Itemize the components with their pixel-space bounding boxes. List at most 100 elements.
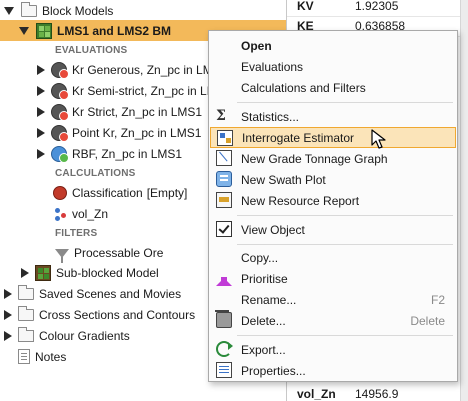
tree-item-label: RBF, Zn_pc in LMS1 bbox=[72, 146, 183, 161]
menu-item-label: Rename... bbox=[241, 292, 297, 307]
tree-item-evaluation[interactable]: Kr Strict, Zn_pc in LMS1 bbox=[37, 101, 202, 122]
menu-item-calculations[interactable]: Calculations and Filters bbox=[210, 77, 456, 98]
menu-item-export[interactable]: Export... bbox=[210, 339, 456, 360]
statistics-icon: Σ bbox=[216, 108, 226, 124]
swath-plot-icon bbox=[216, 171, 232, 187]
checkbox-checked-icon[interactable] bbox=[216, 221, 232, 237]
menu-separator bbox=[237, 335, 453, 336]
property-key: vol_Zn bbox=[297, 387, 336, 401]
property-value: 14956.9 bbox=[355, 387, 399, 401]
tree-item-cross-sections[interactable]: Cross Sections and Contours bbox=[4, 304, 195, 325]
menu-item-evaluations[interactable]: Evaluations bbox=[210, 56, 456, 77]
tree-item-label: Kr Strict, Zn_pc in LMS1 bbox=[72, 104, 203, 119]
menu-item-open[interactable]: Open bbox=[210, 35, 456, 56]
sub-blocked-model-icon bbox=[35, 264, 51, 281]
estimator-icon bbox=[51, 82, 69, 100]
tree-item-classification[interactable]: Classification [Empty] bbox=[53, 182, 187, 203]
shortcut-label: Delete bbox=[410, 313, 445, 328]
expand-arrow-icon[interactable] bbox=[37, 127, 45, 138]
expand-arrow-icon[interactable] bbox=[4, 309, 12, 320]
expand-arrow-icon[interactable] bbox=[21, 267, 29, 278]
folder-icon bbox=[21, 1, 37, 17]
menu-item-label: Open bbox=[241, 38, 272, 53]
notes-icon bbox=[18, 349, 30, 364]
tree-item-label: Classification bbox=[72, 185, 143, 200]
tree-item-sub-blocked[interactable]: Sub-blocked Model bbox=[21, 262, 159, 283]
menu-item-rename[interactable]: Rename... F2 bbox=[210, 289, 456, 310]
tree-item-label: Processable Ore bbox=[74, 245, 164, 260]
tree-item-evaluation[interactable]: Point Kr, Zn_pc in LMS1 bbox=[37, 122, 201, 143]
tree-item-evaluation[interactable]: Kr Generous, Zn_pc in LMS1 bbox=[37, 59, 227, 80]
menu-item-statistics[interactable]: Σ Statistics... bbox=[210, 106, 456, 127]
expand-arrow-icon[interactable] bbox=[4, 330, 12, 341]
estimator-icon bbox=[51, 61, 69, 79]
expand-arrow-icon[interactable] bbox=[37, 64, 45, 75]
folder-icon bbox=[18, 284, 34, 300]
prioritise-arrow-icon bbox=[216, 270, 232, 286]
menu-item-label: Interrogate Estimator bbox=[242, 130, 355, 145]
menu-item-swath-plot[interactable]: New Swath Plot bbox=[210, 169, 456, 190]
property-row: KV 1.92305 bbox=[287, 0, 468, 17]
tree-item-processable-ore[interactable]: Processable Ore bbox=[55, 242, 163, 263]
expand-arrow-icon[interactable] bbox=[4, 288, 12, 299]
menu-item-resource-report[interactable]: New Resource Report bbox=[210, 190, 456, 211]
empty-state-label: [Empty] bbox=[146, 185, 188, 200]
folder-icon bbox=[18, 326, 34, 342]
menu-item-label: New Grade Tonnage Graph bbox=[241, 151, 388, 166]
resource-report-icon bbox=[216, 192, 232, 208]
tree-item-label: Cross Sections and Contours bbox=[39, 307, 196, 322]
rbf-estimator-icon bbox=[51, 145, 69, 163]
expand-arrow-icon[interactable] bbox=[19, 26, 29, 35]
tree-item-vol-zn[interactable]: vol_Zn bbox=[53, 203, 108, 224]
menu-item-copy[interactable]: Copy... bbox=[210, 247, 456, 268]
menu-item-label: Properties... bbox=[241, 363, 306, 378]
tree-item-label: Kr Generous, Zn_pc in LMS1 bbox=[72, 62, 228, 77]
menu-item-label: New Resource Report bbox=[241, 193, 360, 208]
expand-arrow-icon[interactable] bbox=[37, 85, 45, 96]
menu-item-label: Statistics... bbox=[241, 109, 300, 124]
tree-item-evaluation[interactable]: RBF, Zn_pc in LMS1 bbox=[37, 143, 182, 164]
tree-item-label: Saved Scenes and Movies bbox=[39, 286, 182, 301]
properties-icon bbox=[216, 362, 232, 378]
expand-arrow-icon[interactable] bbox=[4, 6, 14, 15]
menu-item-label: Calculations and Filters bbox=[241, 80, 366, 95]
tree-item-notes[interactable]: Notes bbox=[18, 346, 66, 367]
expand-arrow-icon[interactable] bbox=[37, 148, 45, 159]
menu-item-label: Prioritise bbox=[241, 271, 288, 286]
property-row: vol_Zn 14956.9 bbox=[287, 384, 468, 401]
scrollbar[interactable] bbox=[460, 0, 468, 401]
menu-item-label: View Object bbox=[241, 222, 305, 237]
estimator-icon bbox=[51, 103, 69, 121]
tree-item-label: LMS1 and LMS2 BM bbox=[57, 23, 172, 38]
menu-item-prioritise[interactable]: Prioritise bbox=[210, 268, 456, 289]
variable-icon bbox=[53, 207, 67, 221]
menu-item-interrogate-estimator[interactable]: Interrogate Estimator bbox=[210, 127, 456, 148]
tree-item-label: Point Kr, Zn_pc in LMS1 bbox=[72, 125, 202, 140]
menu-item-label: Evaluations bbox=[241, 59, 304, 74]
expand-arrow-icon[interactable] bbox=[37, 106, 45, 117]
menu-item-label: Delete... bbox=[241, 313, 286, 328]
tree-item-block-models[interactable]: Block Models bbox=[4, 0, 113, 21]
property-value: 1.92305 bbox=[355, 0, 399, 13]
menu-item-label: New Swath Plot bbox=[241, 172, 326, 187]
menu-item-properties[interactable]: Properties... bbox=[210, 360, 456, 381]
tree-item-label: Sub-blocked Model bbox=[56, 265, 159, 280]
menu-item-label: Copy... bbox=[241, 250, 279, 265]
menu-item-delete[interactable]: Delete... Delete bbox=[210, 310, 456, 331]
tree-item-colour-gradients[interactable]: Colour Gradients bbox=[4, 325, 130, 346]
menu-item-grade-tonnage[interactable]: New Grade Tonnage Graph bbox=[210, 148, 456, 169]
tree-item-saved-scenes[interactable]: Saved Scenes and Movies bbox=[4, 283, 181, 304]
menu-item-view-object[interactable]: View Object bbox=[210, 219, 456, 240]
export-icon bbox=[216, 341, 233, 357]
interrogate-estimator-icon bbox=[217, 130, 233, 146]
tree-item-evaluation[interactable]: Kr Semi-strict, Zn_pc in LMS1 bbox=[37, 80, 231, 101]
folder-icon bbox=[18, 305, 34, 321]
menu-separator bbox=[237, 244, 453, 245]
section-evaluations: EVALUATIONS bbox=[55, 44, 128, 56]
tree-item-label: Notes bbox=[35, 349, 67, 364]
context-menu: Open Evaluations Calculations and Filter… bbox=[208, 30, 458, 382]
block-model-icon bbox=[36, 22, 52, 39]
tree-item-label: vol_Zn bbox=[72, 206, 109, 221]
tree-item-label: Colour Gradients bbox=[39, 328, 130, 343]
trash-icon bbox=[215, 310, 232, 328]
